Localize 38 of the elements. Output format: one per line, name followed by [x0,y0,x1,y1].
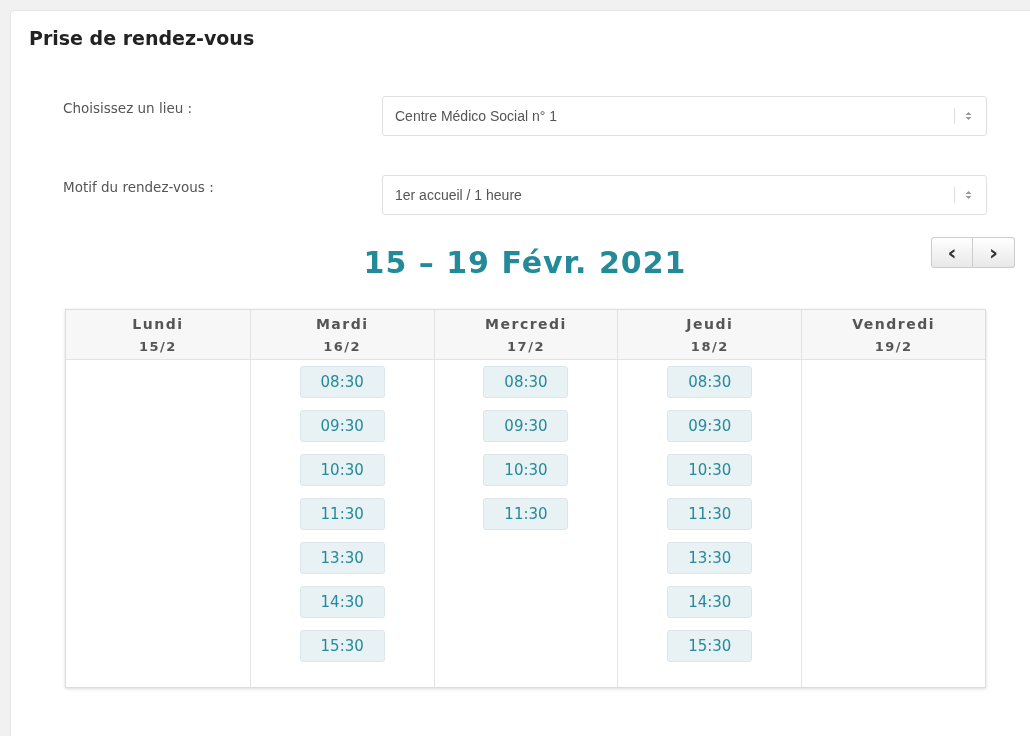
day-date: 18/2 [690,338,729,354]
time-slot-button[interactable]: 08:30 [667,366,753,398]
time-slot-button[interactable]: 13:30 [299,542,385,574]
select-field[interactable]: Centre Médico Social n° 1 [382,96,987,136]
up-down-caret-icon [965,190,972,200]
field-label: Motif du rendez-vous : [63,178,215,195]
time-slot-button[interactable]: 09:30 [299,410,385,442]
day-name: Mercredi [485,315,567,332]
day-name: Jeudi [686,315,734,332]
time-slot-button[interactable]: 15:30 [299,630,385,662]
select-field[interactable]: 1er accueil / 1 heure [382,175,987,215]
time-slot-button[interactable]: 08:30 [483,366,569,398]
time-slot-button[interactable]: 13:30 [667,542,753,574]
day-name: Mardi [315,315,369,332]
time-slot-button[interactable]: 15:30 [667,630,753,662]
time-slot-button[interactable]: 11:30 [299,498,385,530]
day-date: 16/2 [323,338,362,354]
next-week-button[interactable]: › [973,237,1015,268]
day-name: Vendredi [852,315,935,332]
day-date: 17/2 [507,338,545,354]
time-slot-button[interactable]: 10:30 [299,454,385,486]
time-slot-button[interactable]: 10:30 [483,454,569,486]
day-date: 15/2 [138,338,177,354]
time-slot-button[interactable]: 10:30 [667,454,753,486]
time-slot-button[interactable]: 14:30 [667,586,753,618]
day-name: Lundi [132,315,184,332]
week-heading: 15 – 19 Févr. 2021 [362,245,688,280]
previous-week-button[interactable]: ‹ [931,237,973,268]
time-slot-button[interactable]: 14:30 [299,586,385,618]
page-title: Prise de rendez-vous [29,27,256,49]
time-slot-button[interactable]: 08:30 [299,366,385,398]
time-slot-button[interactable]: 11:30 [667,498,753,530]
field-label: Choisissez un lieu : [63,99,194,116]
time-slot-button[interactable]: 09:30 [667,410,753,442]
time-slot-button[interactable]: 09:30 [483,410,569,442]
time-slot-button[interactable]: 11:30 [483,498,569,530]
day-date: 19/2 [874,338,913,354]
up-down-caret-icon [965,111,972,121]
